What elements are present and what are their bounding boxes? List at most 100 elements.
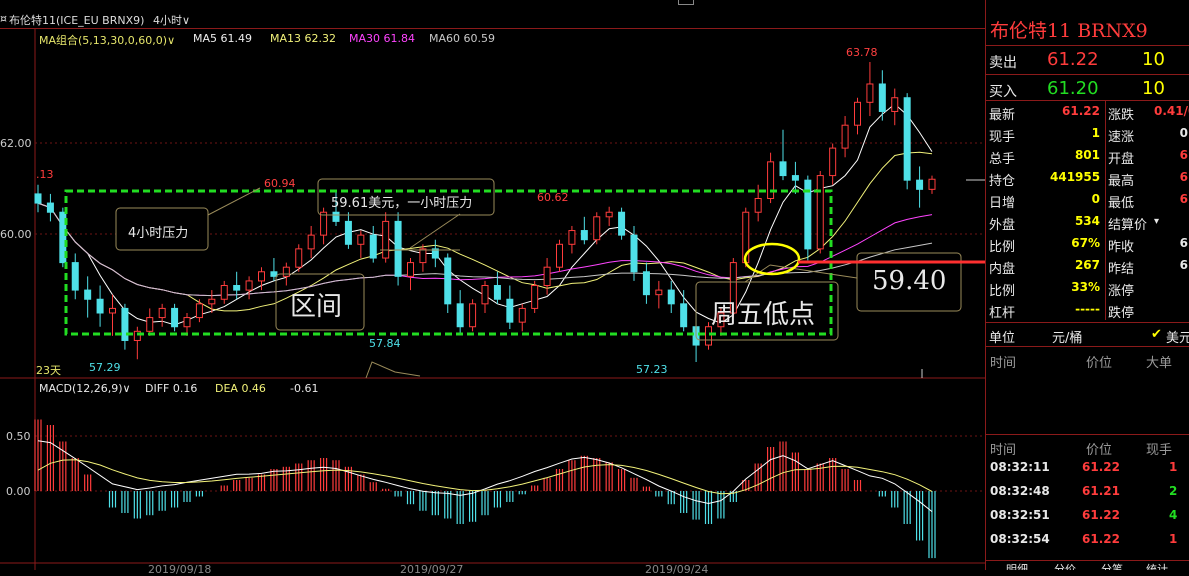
tick-time: 08:32:48: [990, 484, 1050, 498]
stat-label: 持仓: [989, 174, 1016, 189]
stat-value: 33%: [1071, 280, 1100, 294]
macd-tick-050: 0.50: [6, 430, 31, 443]
stat-value: 6: [1179, 236, 1188, 250]
tick-price: 61.22: [1082, 508, 1120, 522]
macd-diff-label: DIFF 0.16: [145, 382, 198, 395]
pressure-4h-text: 4小时压力: [128, 226, 189, 241]
candle-body: [109, 307, 116, 314]
tick-qty: 1: [1169, 532, 1178, 546]
stats-row: 杠杆 ----- 跌停: [986, 299, 1189, 321]
candle-body: [680, 303, 688, 328]
candle-body: [419, 248, 427, 264]
stats-row: 持仓 441955 最高 6: [986, 167, 1189, 189]
candle-body: [767, 161, 775, 199]
stat-label[interactable]: 结算价: [1108, 214, 1147, 233]
window-icon: ¤: [0, 12, 7, 25]
macd-group-label[interactable]: MACD(12,26,9)∨: [39, 382, 131, 395]
candle-body: [891, 97, 899, 112]
stat-label: 比例: [989, 240, 1016, 255]
sell-row: 卖出 61.22 10: [989, 49, 1165, 71]
candle-body: [481, 285, 489, 305]
stats-row: 外盘 534 结算价 ▾: [986, 211, 1189, 233]
stat-label: 杠杆: [989, 306, 1016, 321]
stat-label: 日增: [989, 196, 1016, 211]
stat-value: 0.41/0: [1154, 104, 1189, 118]
candle-body: [655, 289, 663, 296]
candle-body: [307, 234, 315, 250]
stat-value: 801: [1074, 148, 1100, 162]
macd-tick-000: 0.00: [6, 485, 31, 498]
macd-value-label: -0.61: [290, 382, 319, 395]
period-selector[interactable]: 4小时∨: [153, 12, 190, 28]
stat-label: 最高: [1108, 174, 1135, 189]
tick-header: 时间 价位 现手: [990, 443, 1173, 458]
stat-value: 67%: [1071, 236, 1100, 250]
macd-dea-label: DEA 0.46: [215, 382, 266, 395]
days-label: 23天: [36, 364, 61, 377]
tab-detail[interactable]: 明细: [1006, 561, 1028, 570]
low-label-2: 57.84: [369, 337, 401, 350]
price-tick-62: 62.00: [0, 137, 32, 150]
big-order-header: 时间 价位 大单: [990, 356, 1173, 371]
candle-body: [233, 285, 241, 291]
high-label-3: 63.78: [846, 46, 878, 59]
stat-label: 速涨: [1108, 130, 1135, 145]
unit-row: 单位 元/桶 ✔ 美元: [989, 327, 1189, 346]
tab-price[interactable]: 分价: [1054, 561, 1076, 570]
tick-time: 08:32:54: [990, 532, 1050, 546]
friday-low-ellipse: [743, 242, 801, 276]
symbol-label[interactable]: 布伦特11(ICE_EU BRNX9): [9, 12, 144, 28]
candle-body: [916, 179, 924, 190]
stat-label: 外盘: [989, 218, 1016, 233]
tick-time: 08:32:51: [990, 508, 1050, 522]
tick-row[interactable]: 08:32:54 61.22 1: [986, 529, 1189, 551]
stat-label: 内盘: [989, 262, 1016, 277]
candle-body: [34, 193, 42, 204]
candle-body: [593, 216, 601, 241]
candle-body: [866, 83, 874, 103]
candle-body: [841, 124, 849, 149]
range-text: 区间: [290, 292, 343, 322]
splitter-handle[interactable]: [678, 0, 694, 5]
tick-row[interactable]: 08:32:11 61.22 1: [986, 457, 1189, 479]
candle-body: [369, 234, 377, 259]
tab-stats[interactable]: 统计: [1146, 561, 1168, 570]
candle-body: [258, 271, 265, 282]
candle-body: [320, 211, 328, 236]
candle-body: [84, 289, 92, 300]
stats-row: 比例 33% 涨停: [986, 277, 1189, 299]
tab-trades[interactable]: 分笔: [1101, 561, 1123, 570]
candle-body: [456, 303, 464, 328]
stat-label: 开盘: [1108, 152, 1135, 167]
stat-value: 441955: [1050, 170, 1101, 184]
low-label-1: 57.29: [89, 361, 121, 374]
candle-body: [282, 266, 290, 277]
candle-body: [531, 285, 539, 309]
price-tick-60: 60.00: [0, 228, 32, 241]
stat-value: 0: [1091, 192, 1100, 206]
candle-body: [208, 298, 216, 305]
high-label-2: 60.62: [537, 191, 569, 204]
candle-body: [556, 243, 563, 268]
candle-body: [580, 230, 588, 241]
candle-body: [220, 285, 228, 300]
stat-value: 61.22: [1062, 104, 1100, 118]
ma-group-label[interactable]: MA组合(5,13,30,0,60,0)∨: [39, 32, 175, 48]
stats-row: 内盘 267 昨结 6: [986, 255, 1189, 277]
candle-body: [469, 303, 477, 328]
candle-body: [816, 175, 824, 250]
candle-body: [829, 147, 837, 177]
candle-body: [605, 211, 613, 218]
candle-body: [543, 266, 551, 287]
stats-row: 现手 1 速涨 0: [986, 123, 1189, 145]
tick-qty: 2: [1169, 484, 1178, 498]
tick-row[interactable]: 08:32:48 61.21 2: [986, 481, 1189, 503]
stat-label: 昨结: [1108, 262, 1135, 277]
candle-body: [928, 178, 936, 190]
stat-label: 总手: [989, 152, 1016, 167]
chart-toolbar: ¤ 布伦特11(ICE_EU BRNX9) 4小时∨: [0, 0, 985, 29]
tick-row[interactable]: 08:32:51 61.22 4: [986, 505, 1189, 527]
price-chart[interactable]: [0, 0, 985, 570]
stats-row: 总手 801 开盘 6: [986, 145, 1189, 167]
stat-label: 涨跌: [1108, 108, 1135, 123]
